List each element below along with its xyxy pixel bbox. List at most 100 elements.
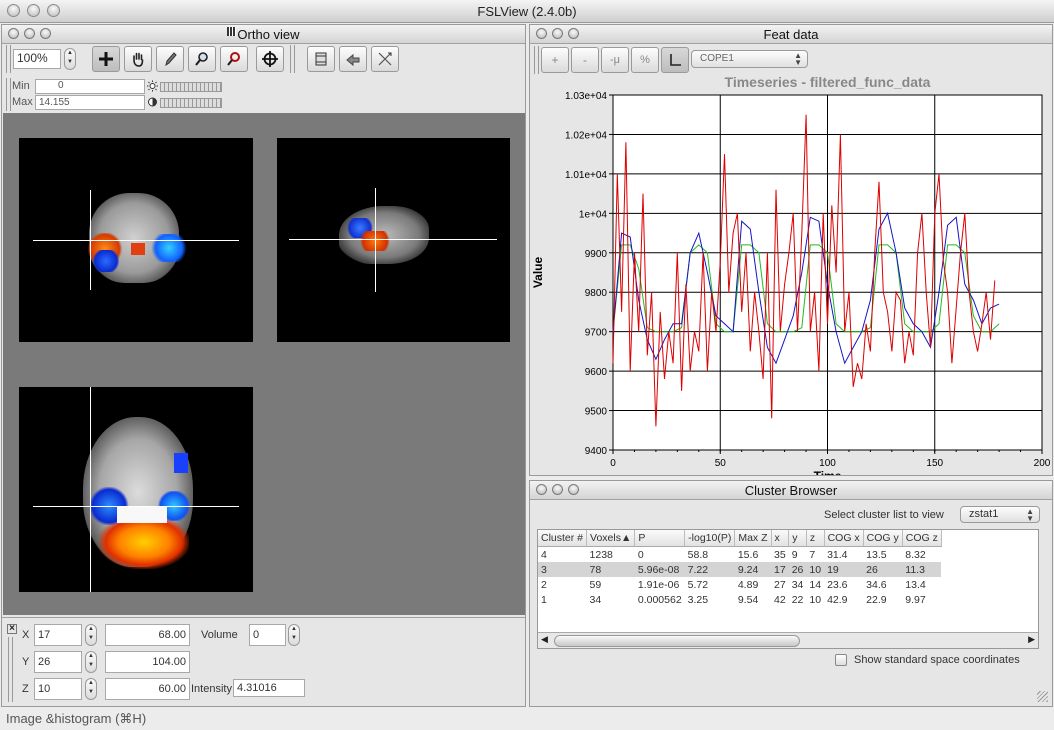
- y-stepper[interactable]: ▲ ▼: [85, 651, 97, 673]
- swap-view-button[interactable]: [339, 46, 367, 72]
- cluster-list-select-value: zstat1: [969, 508, 999, 520]
- table-cell: 9.54: [737, 593, 759, 606]
- column-header[interactable]: y: [788, 530, 807, 547]
- x-label: X: [22, 629, 30, 641]
- x-tick-label: 50: [715, 458, 727, 469]
- movie-mode-button[interactable]: [307, 46, 335, 72]
- center-cursor-button[interactable]: [256, 46, 284, 72]
- table-cell: 22.9: [866, 593, 887, 606]
- sagittal-view[interactable]: [277, 138, 510, 342]
- table-cell: 10: [806, 562, 825, 577]
- feat-remove-button[interactable]: -: [571, 47, 599, 73]
- cursor-tool-button[interactable]: [92, 46, 120, 72]
- max-label: Max: [12, 96, 33, 108]
- y-tick-label: 1.02e+04: [565, 130, 607, 141]
- axial-crosshair-h: [33, 506, 239, 507]
- flood-fill-icon: [227, 52, 240, 66]
- coords-divider: [2, 617, 525, 618]
- y-voxel-input[interactable]: 26: [34, 651, 82, 673]
- x-tick-label: 200: [1034, 458, 1051, 469]
- table-cell: 13.4: [905, 578, 926, 591]
- contrast-slider[interactable]: [160, 98, 222, 108]
- expand-view-button[interactable]: [371, 46, 399, 72]
- axis-icon: [670, 54, 681, 66]
- feat-demean-button[interactable]: -μ: [601, 47, 629, 73]
- z-label: Z: [22, 683, 29, 695]
- zoom-stepper[interactable]: ▲ ▼: [64, 48, 76, 70]
- coronal-activation-spot: [131, 243, 145, 255]
- feat-data-title: Feat data: [763, 27, 819, 42]
- y-axis-label: Value: [531, 257, 545, 289]
- z-voxel-input[interactable]: 10: [34, 678, 82, 700]
- y-tick-label: 9400: [585, 446, 608, 457]
- feat-axis-button[interactable]: [661, 47, 689, 73]
- window-titlebar: FSLView (2.4.0b): [0, 0, 1054, 23]
- axial-view[interactable]: [19, 387, 253, 592]
- pen-tool-button[interactable]: [156, 46, 184, 72]
- table-cell: 4.89: [737, 578, 759, 591]
- volume-input[interactable]: 0: [249, 624, 286, 646]
- coronal-view[interactable]: [19, 138, 253, 342]
- timeseries-chart[interactable]: Timeseries - filtered_func_data 9400 9500 9…: [530, 77, 1052, 475]
- zoom-input[interactable]: 100%: [13, 49, 61, 69]
- scroll-left-icon[interactable]: ◀: [541, 634, 548, 645]
- crosshair-plus-icon: [99, 52, 113, 66]
- z-stepper[interactable]: ▲ ▼: [85, 678, 97, 700]
- feat-data-titlebar: Feat data: [530, 25, 1052, 44]
- feat-add-button[interactable]: +: [541, 47, 569, 73]
- table-cell: 14: [809, 578, 822, 591]
- magnifier-icon: [195, 52, 208, 66]
- film-icon: [315, 52, 327, 66]
- cluster-list-select[interactable]: zstat1 ▲ ▼: [960, 506, 1040, 523]
- table-cell: 23.6: [827, 578, 848, 591]
- table-cell: 13.5: [866, 548, 887, 561]
- table-row[interactable]: 4 1238 0 58.8 15.6 35 9 7 31.4 13.5 8.32: [538, 547, 941, 563]
- table-row[interactable]: 2 59 1.91e-06 5.72 4.89 27 34 14 23.6 34.6 13.4: [538, 577, 941, 592]
- toolbar-grip: [6, 45, 11, 73]
- column-header[interactable]: P: [634, 530, 686, 547]
- column-header[interactable]: Cluster #: [538, 530, 588, 547]
- column-header[interactable]: COG y: [863, 530, 903, 547]
- axial-crosshair-v: [90, 387, 91, 592]
- table-row[interactable]: 1 34 0.000562 3.25 9.54 42 22 10 42.9 22.9 9.97: [538, 592, 941, 607]
- column-header[interactable]: Voxels▲: [586, 530, 636, 547]
- resize-grip-icon[interactable]: [1037, 691, 1048, 702]
- volume-stepper[interactable]: ▲ ▼: [288, 624, 300, 646]
- min-label: Min: [12, 80, 30, 92]
- column-header[interactable]: -log10(P): [684, 530, 736, 547]
- scroll-right-icon[interactable]: ▶: [1028, 634, 1035, 645]
- pan-tool-button[interactable]: [124, 46, 152, 72]
- column-header[interactable]: COG x: [824, 530, 864, 547]
- cluster-table-hscrollbar[interactable]: ◀ ▶: [538, 632, 1038, 648]
- column-header[interactable]: Max Z: [734, 530, 772, 547]
- table-cell: 7.22: [684, 562, 735, 577]
- zoom-tool-button[interactable]: [188, 46, 216, 72]
- fill-tool-button[interactable]: [220, 46, 248, 72]
- scroll-thumb[interactable]: [554, 635, 800, 647]
- coords-close-icon[interactable]: ×: [7, 624, 17, 634]
- brightness-slider[interactable]: [160, 82, 222, 92]
- table-cell: 0: [637, 548, 644, 561]
- column-header[interactable]: COG z: [902, 530, 942, 547]
- min-input[interactable]: 0: [35, 79, 145, 94]
- table-cell: 7: [809, 548, 816, 561]
- cluster-table-container: Cluster # Voxels▲ P -log10(P) Max Zx y z COG xC…: [537, 529, 1039, 649]
- cope-select[interactable]: COPE1 ▲ ▼: [691, 50, 808, 68]
- target-icon: [262, 51, 278, 67]
- max-input[interactable]: 14.155: [35, 95, 145, 110]
- y-tick-label: 9600: [585, 367, 608, 378]
- sagittal-crosshair-h: [289, 239, 497, 240]
- std-coords-checkbox[interactable]: [835, 654, 847, 666]
- table-cell: 42.9: [827, 593, 848, 606]
- table-cell: 27: [774, 578, 786, 591]
- x-stepper[interactable]: ▲ ▼: [85, 624, 97, 646]
- feat-percent-button[interactable]: %: [631, 47, 659, 73]
- y-tick-label: 1e+04: [579, 209, 608, 220]
- table-cell: 4: [541, 548, 547, 561]
- column-header[interactable]: z: [806, 530, 825, 547]
- axial-highlight: [117, 507, 167, 523]
- coronal-crosshair-h: [33, 240, 239, 241]
- column-header[interactable]: x: [771, 530, 790, 547]
- x-voxel-input[interactable]: 17: [34, 624, 82, 646]
- table-row[interactable]: 3 78 5.96e-08 7.22 9.24 17 26 10 19 26 11.3: [538, 562, 942, 577]
